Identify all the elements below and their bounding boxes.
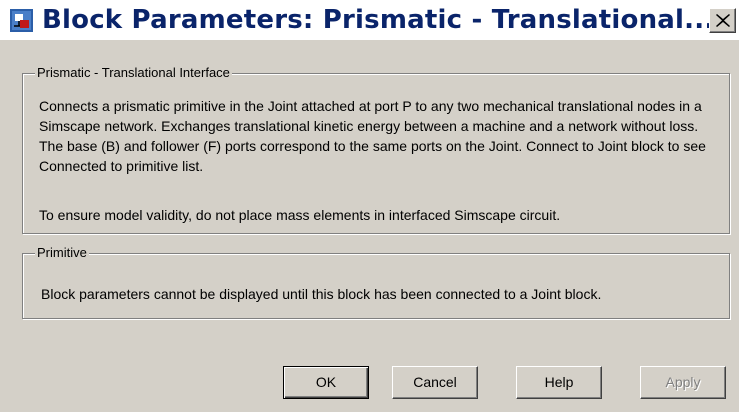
primitive-groupbox: Primitive Block parameters cannot be dis… (22, 245, 730, 319)
cancel-button[interactable]: Cancel (392, 366, 478, 399)
apply-button[interactable]: Apply (640, 366, 726, 399)
ok-button[interactable]: OK (283, 366, 369, 399)
primitive-message: Block parameters cannot be displayed unt… (41, 286, 602, 302)
interface-groupbox: Prismatic - Translational Interface Conn… (22, 65, 730, 234)
help-button[interactable]: Help (516, 366, 602, 399)
close-button[interactable] (709, 8, 736, 33)
primitive-group-legend: Primitive (35, 245, 89, 260)
interface-group-legend: Prismatic - Translational Interface (35, 65, 232, 80)
title-bar[interactable]: Block Parameters: Prismatic - Translatio… (0, 0, 739, 40)
block-parameters-dialog: Block Parameters: Prismatic - Translatio… (0, 0, 739, 412)
interface-description: Connects a prismatic primitive in the Jo… (39, 98, 706, 174)
window-title: Block Parameters: Prismatic - Translatio… (42, 5, 715, 35)
simulink-block-icon (10, 9, 33, 32)
model-validity-note: To ensure model validity, do not place m… (39, 207, 561, 223)
close-icon (716, 14, 730, 27)
